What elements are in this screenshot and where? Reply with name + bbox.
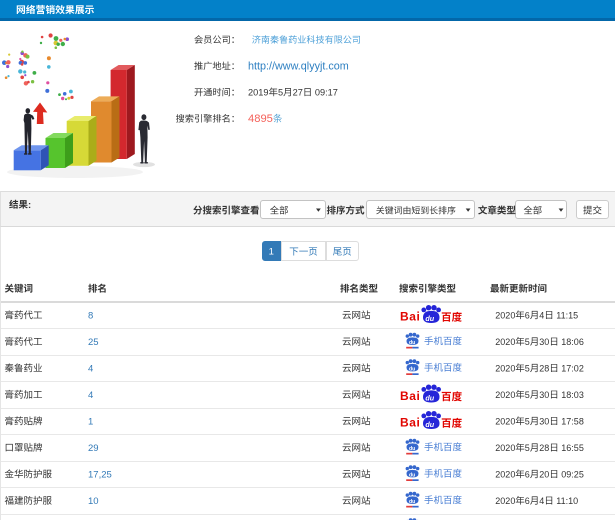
svg-text:6: 6 — [525, 469, 530, 479]
svg-text:5: 5 — [525, 390, 530, 400]
svg-text:2020: 2020 — [495, 390, 515, 400]
svg-text:10: 10 — [88, 496, 99, 507]
svg-text:2019: 2019 — [248, 88, 268, 98]
svg-text:du: du — [425, 394, 434, 403]
svg-text:09:25: 09:25 — [561, 469, 584, 479]
svg-text:du: du — [409, 472, 415, 478]
svg-text:5: 5 — [525, 363, 530, 373]
svg-text:16:55: 16:55 — [561, 443, 584, 453]
svg-text:Bai: Bai — [400, 416, 420, 430]
svg-text:2020: 2020 — [495, 363, 515, 373]
svg-text:6: 6 — [525, 310, 530, 320]
svg-text:25: 25 — [88, 337, 99, 348]
svg-text:du: du — [409, 499, 415, 505]
svg-text:du: du — [409, 366, 415, 372]
svg-text:Bai: Bai — [400, 310, 420, 324]
svg-text:2020: 2020 — [495, 337, 515, 347]
svg-text:2020: 2020 — [495, 310, 515, 320]
svg-text:4895: 4895 — [248, 113, 273, 125]
svg-text:17:02: 17:02 — [561, 363, 584, 373]
svg-text:5: 5 — [525, 337, 530, 347]
svg-text:09:17: 09:17 — [315, 88, 338, 98]
svg-text:4: 4 — [88, 363, 93, 374]
svg-text:2020: 2020 — [495, 469, 515, 479]
svg-text:11:15: 11:15 — [556, 310, 578, 320]
svg-text:20: 20 — [539, 469, 549, 479]
svg-text:18:03: 18:03 — [561, 390, 584, 400]
svg-text:28: 28 — [539, 363, 549, 373]
svg-text:29: 29 — [88, 443, 99, 454]
svg-text:4: 4 — [539, 496, 544, 506]
svg-text:18:06: 18:06 — [561, 337, 584, 347]
svg-text:6: 6 — [525, 496, 530, 506]
svg-text:8: 8 — [88, 310, 93, 321]
svg-text:http://www.qlyyjt.com: http://www.qlyyjt.com — [248, 60, 349, 72]
svg-text:4: 4 — [539, 310, 544, 320]
svg-text:Bai: Bai — [400, 389, 420, 403]
svg-text:5: 5 — [278, 88, 283, 98]
svg-text:du: du — [425, 314, 434, 323]
svg-text:du: du — [425, 420, 434, 429]
svg-text:2020: 2020 — [495, 496, 515, 506]
svg-text:11:10: 11:10 — [556, 496, 578, 506]
svg-text:17:58: 17:58 — [561, 416, 584, 426]
svg-text:30: 30 — [539, 390, 549, 400]
svg-text:2020: 2020 — [495, 443, 515, 453]
svg-text:4: 4 — [88, 390, 93, 401]
svg-text:28: 28 — [539, 443, 549, 453]
svg-text:5: 5 — [525, 416, 530, 426]
svg-text:5: 5 — [525, 443, 530, 453]
svg-text:27: 27 — [293, 88, 303, 98]
svg-text:1: 1 — [88, 416, 93, 427]
svg-text:30: 30 — [539, 337, 549, 347]
svg-text:du: du — [409, 340, 415, 346]
svg-text:du: du — [409, 446, 415, 452]
svg-text::: : — [28, 200, 31, 211]
svg-text:30: 30 — [539, 416, 549, 426]
svg-text:2020: 2020 — [495, 416, 515, 426]
svg-text:1: 1 — [269, 247, 274, 258]
svg-text:17,25: 17,25 — [88, 469, 112, 480]
